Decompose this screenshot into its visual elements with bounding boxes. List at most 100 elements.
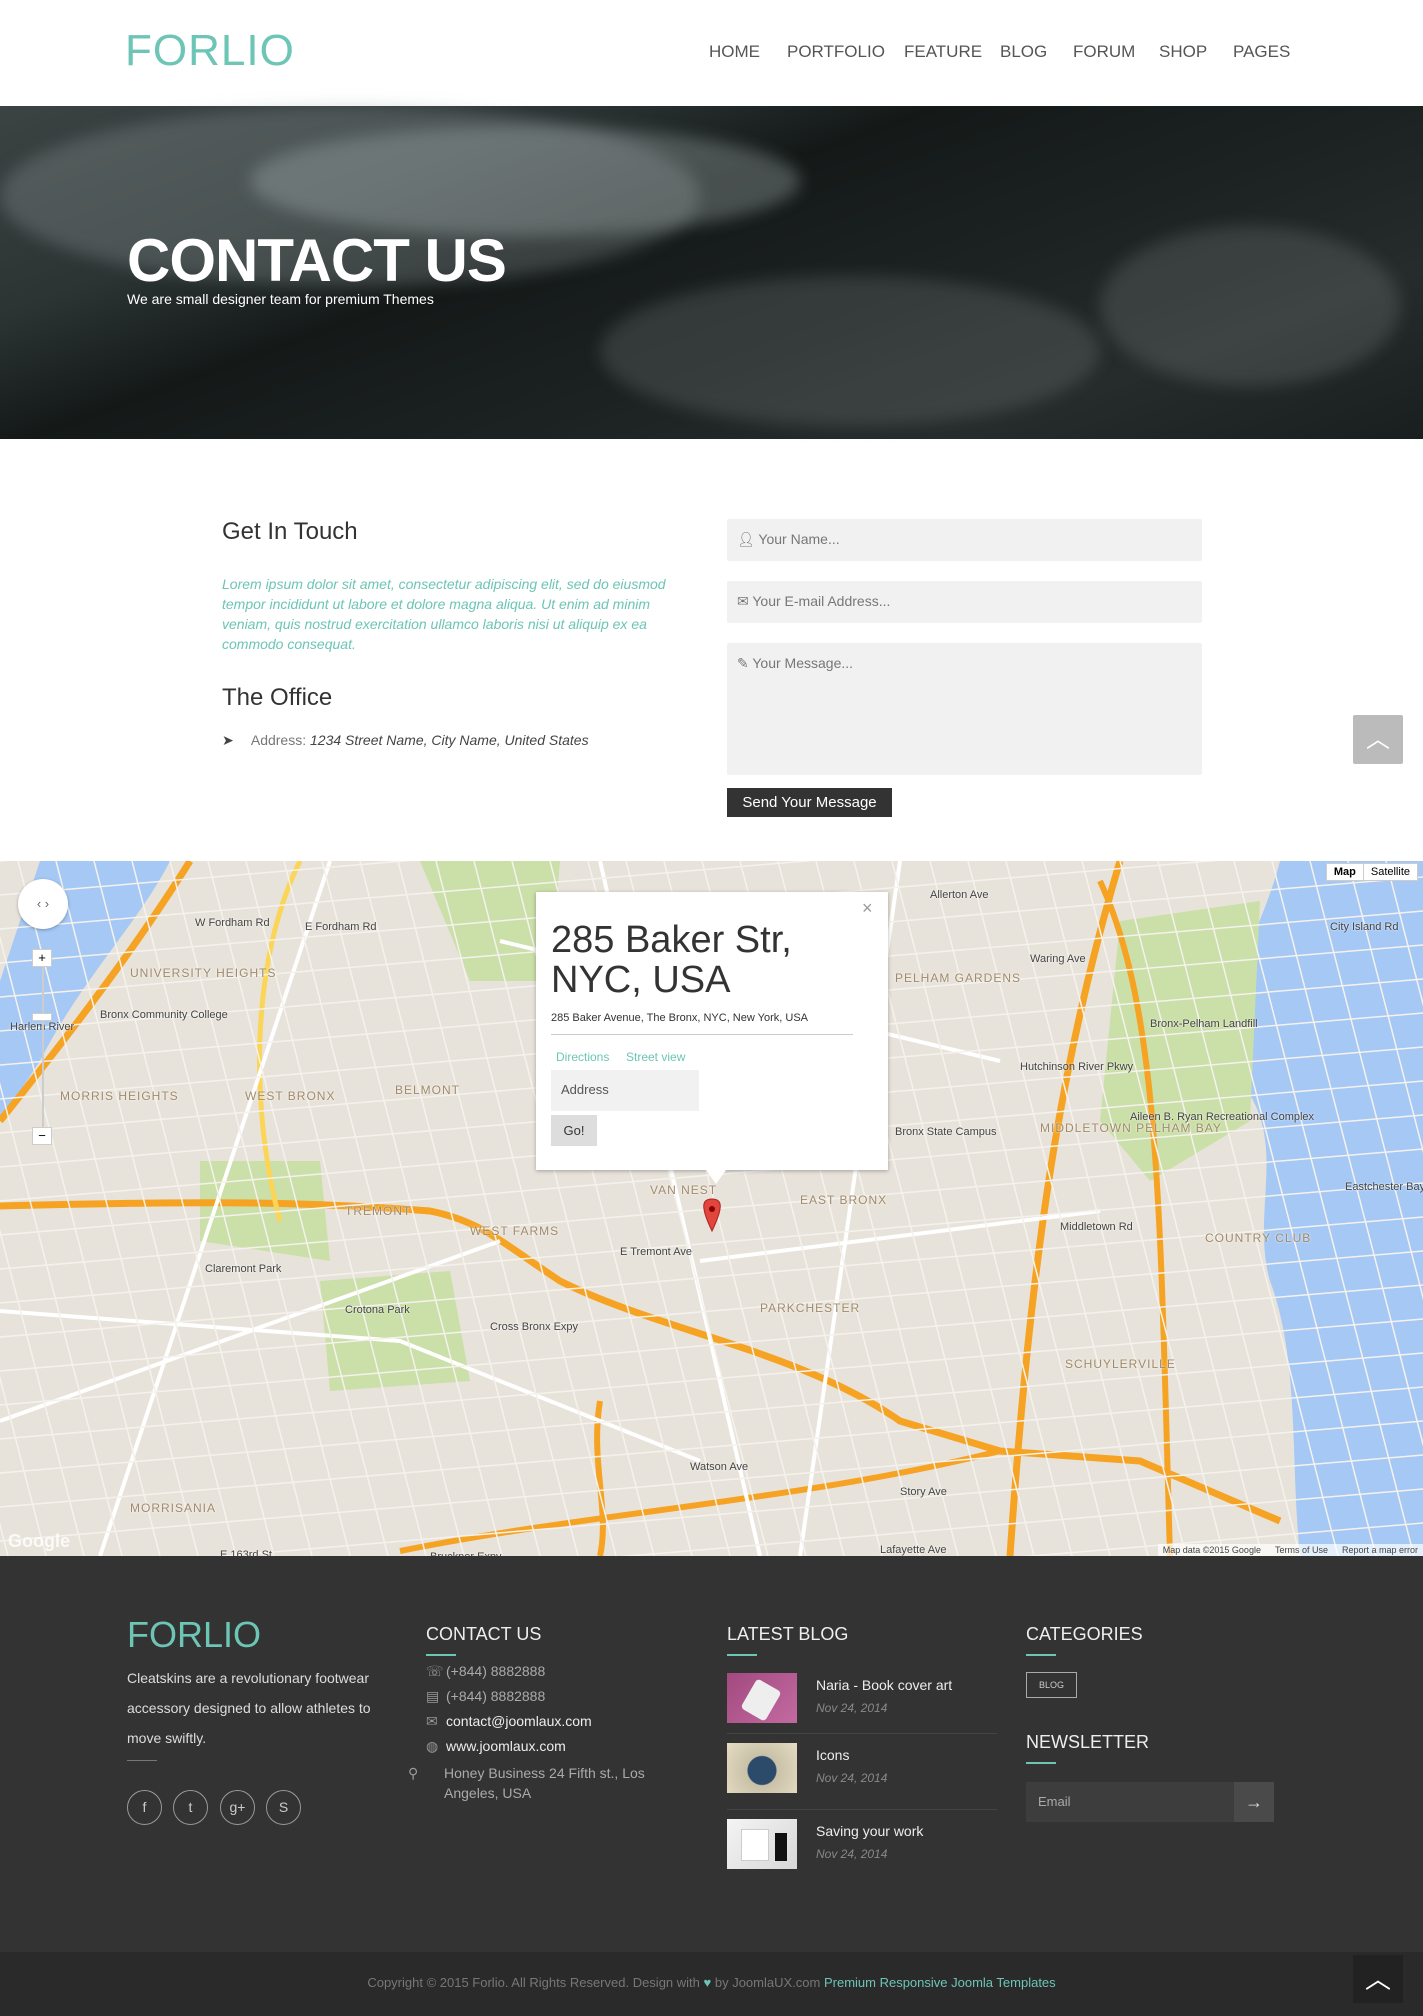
page-title: CONTACT US [127,227,507,294]
address-input[interactable]: Address [551,1070,699,1111]
map-label: Waring Ave [1030,953,1086,965]
blog-thumbnail[interactable] [727,1673,797,1723]
newsletter-submit-button[interactable]: → [1234,1782,1274,1822]
office-address: ➤ Address: 1234 Street Name, City Name, … [222,732,589,749]
map-info-window: × 285 Baker Str, NYC, USA 285 Baker Aven… [536,892,888,1184]
name-placeholder: Your Name... [758,531,840,547]
map-label: Crotona Park [345,1304,410,1316]
hero-banner: CONTACT US We are small designer team fo… [0,106,1423,439]
facebook-icon[interactable]: f [127,1790,162,1825]
map-marker-icon: ⚲ [408,1765,419,1781]
map-label: Hutchinson River Pkwy [1020,1061,1134,1073]
divider [551,1034,853,1035]
terms-link[interactable]: Terms of Use [1275,1545,1328,1555]
map-label: City Island Rd [1330,921,1399,933]
email-input[interactable]: ✉ Your E-mail Address... [727,581,1202,623]
message-textarea[interactable]: ✎ Your Message... [727,643,1202,775]
nav-blog[interactable]: BLOG [1000,42,1047,62]
google-plus-icon[interactable]: g+ [220,1790,255,1825]
divider [727,1809,997,1810]
footer-newsletter-heading: NEWSLETTER [1026,1732,1150,1764]
close-icon[interactable]: × [862,898,873,919]
logo[interactable]: FORLIO [125,26,295,76]
contact-email[interactable]: ✉ contact@joomlaux.com [426,1713,592,1730]
scroll-to-top-button[interactable]: ︿ [1353,1955,1403,2003]
blog-title[interactable]: Naria - Book cover art [816,1677,952,1693]
footer-categories-heading: CATEGORIES [1026,1624,1143,1656]
arrow-right-icon: → [1245,1792,1263,1812]
email-link[interactable]: contact@joomlaux.com [446,1713,592,1729]
map-label: E 163rd St [220,1549,272,1556]
chevron-up-icon: ︿ [1364,1964,1391,1994]
divider [727,1733,997,1734]
pan-control[interactable]: ‹ › [18,879,68,929]
address-value: 1234 Street Name, City Name, United Stat… [310,732,589,748]
map-label: Lafayette Ave [880,1544,947,1556]
map-label: MIDDLETOWN PELHAM BAY [1040,1121,1222,1135]
skype-icon[interactable]: S [266,1790,301,1825]
intro-text: Lorem ipsum dolor sit amet, consectetur … [222,576,666,652]
popup-title: 285 Baker Str, NYC, USA [551,919,792,1001]
map-label: E Tremont Ave [620,1246,692,1258]
category-tag-blog[interactable]: BLOG [1026,1672,1078,1698]
website-link[interactable]: www.joomlaux.com [446,1738,566,1754]
map-label: EAST BRONX [800,1193,888,1207]
nav-feature[interactable]: FEATURE [904,42,982,62]
blog-title[interactable]: Icons [816,1747,849,1763]
fax-icon: ▤ [426,1688,440,1704]
user-icon: 👤︎ [737,531,755,547]
newsletter-email-input[interactable]: Email [1026,1782,1234,1822]
report-error-link[interactable]: Report a map error [1342,1545,1418,1555]
google-logo: Google [8,1531,70,1551]
map-type-satellite[interactable]: Satellite [1362,864,1417,880]
top-navbar: FORLIO HOME PORTFOLIO FEATURE BLOG FORUM… [0,0,1423,106]
map-label: Story Ave [900,1486,947,1498]
chevron-up-icon: ︿ [1366,726,1390,753]
map-label: SCHUYLERVILLE [1065,1357,1176,1371]
map-type-map[interactable]: Map [1327,864,1363,880]
zoom-out-button[interactable]: − [32,1127,52,1145]
map-label: Eastchester Bay [1345,1181,1423,1193]
envelope-icon: ✉ [426,1713,438,1729]
map-label: Bronx-Pelham Landfill [1150,1018,1258,1030]
templates-link[interactable]: Premium Responsive Joomla Templates [824,1975,1056,1990]
name-input[interactable]: 👤︎ Your Name... [727,519,1202,561]
copyright-text: Copyright © 2015 Forlio. All Rights Rese… [0,1975,1423,1990]
twitter-icon[interactable]: t [173,1790,208,1825]
scroll-to-top-button[interactable]: ︿ [1353,715,1403,764]
popup-pointer [706,1170,726,1184]
nav-pages[interactable]: PAGES [1233,42,1290,62]
page-subtitle: We are small designer team for premium T… [127,291,434,307]
fax-text: (+844) 8882888 [446,1688,546,1704]
nav-home[interactable]: HOME [709,42,760,62]
highway [594,1400,606,1556]
map-label: MORRISANIA [130,1501,217,1515]
directions-link[interactable]: Directions [556,1050,609,1064]
contact-website[interactable]: ◍ www.joomlaux.com [426,1738,566,1755]
heart-icon: ♥ [703,1975,712,1990]
zoom-handle[interactable] [32,1013,52,1021]
zoom-slider[interactable]: + − [32,949,52,1149]
contact-phone: ☏ (+844) 8882888 [426,1663,545,1680]
nav-forum[interactable]: FORUM [1073,42,1135,62]
map-label: UNIVERSITY HEIGHTS [130,966,277,980]
map-label: Bronx Community College [100,1009,228,1021]
zoom-in-button[interactable]: + [32,949,52,967]
zoom-track [42,967,44,1127]
blog-thumbnail[interactable] [727,1743,797,1793]
go-button[interactable]: Go! [551,1115,597,1146]
nav-shop[interactable]: SHOP [1159,42,1207,62]
blog-title[interactable]: Saving your work [816,1823,923,1839]
map-label: PELHAM GARDENS [895,971,1022,985]
map-label: Bronx State Campus [895,1126,997,1138]
map-label: Middletown Rd [1060,1221,1133,1233]
street-view-link[interactable]: Street view [626,1050,685,1064]
address-label: Address: [250,732,307,748]
blog-thumbnail[interactable] [727,1819,797,1869]
nav-portfolio[interactable]: PORTFOLIO [787,42,885,62]
map-marker-icon[interactable] [703,1198,721,1233]
divider [127,1760,157,1761]
map-label: COUNTRY CLUB [1205,1231,1312,1245]
send-message-button[interactable]: Send Your Message [727,788,892,817]
by-credit: by JoomlaUX.com [714,1975,821,1990]
